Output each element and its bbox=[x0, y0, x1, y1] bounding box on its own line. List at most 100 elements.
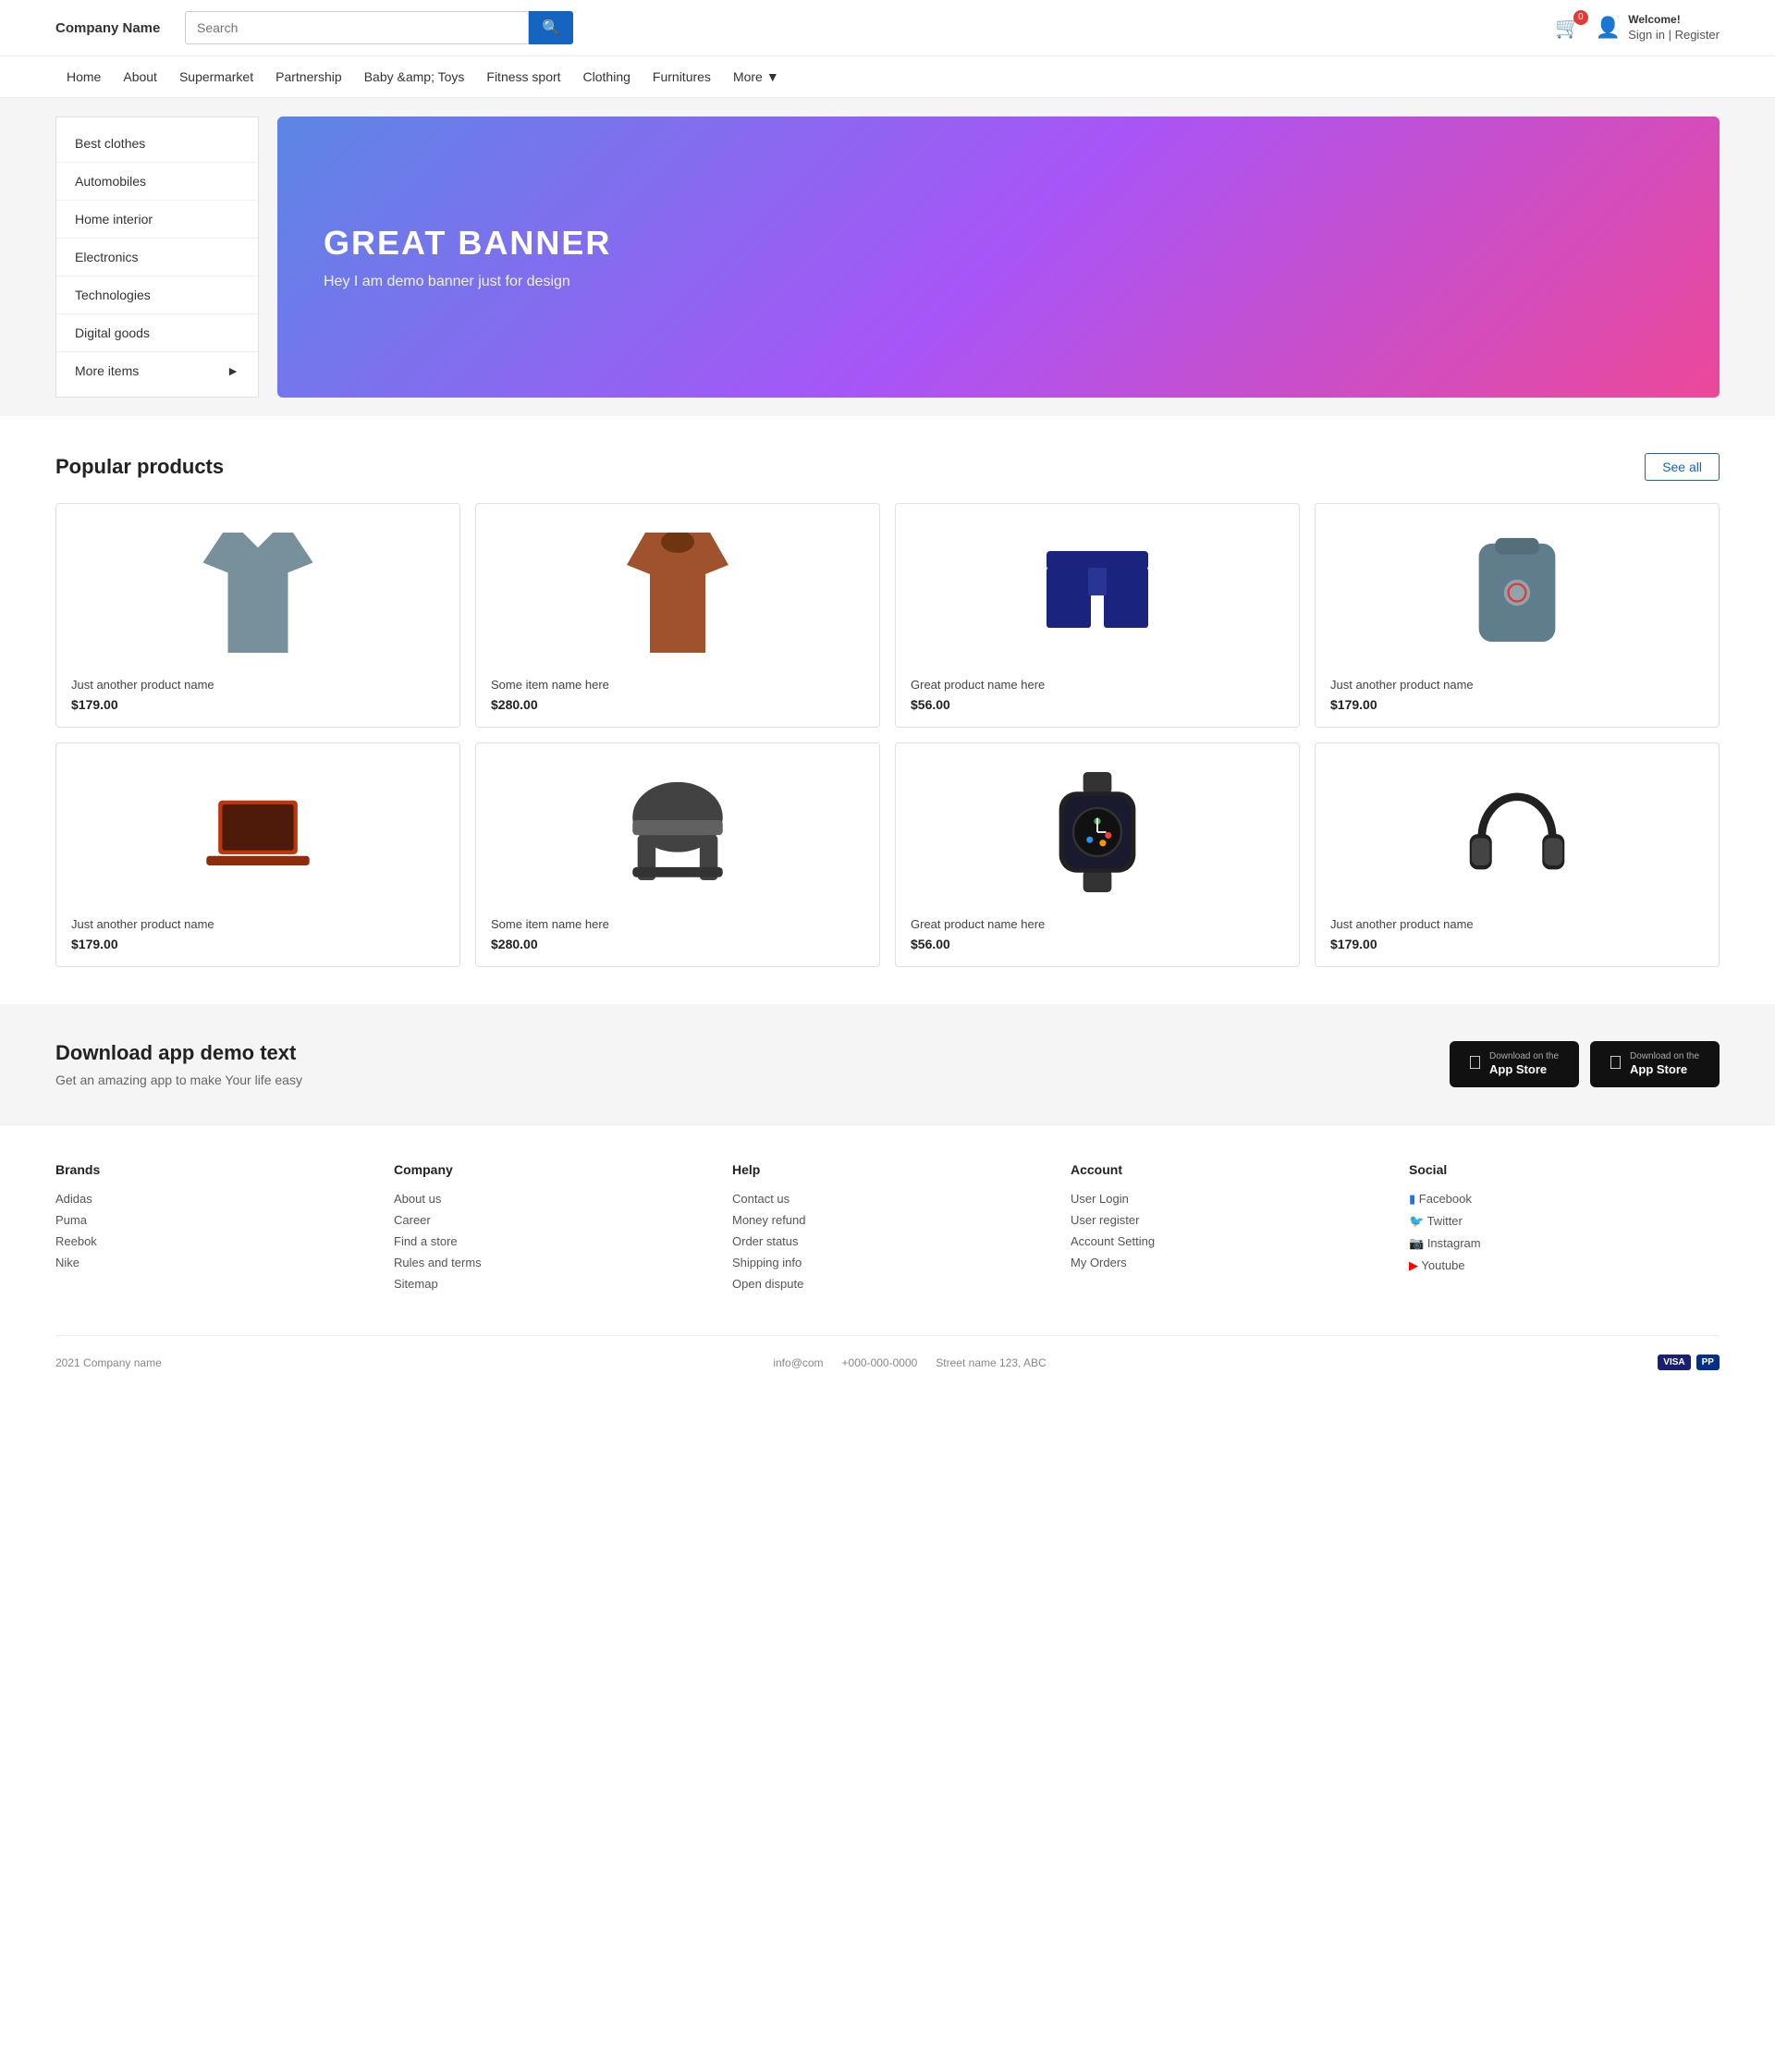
products-grid: Just another product name $179.00 Some i… bbox=[55, 503, 1720, 967]
sidebar-item-electronics[interactable]: Electronics bbox=[56, 239, 258, 276]
footer-social: Social ▮ Facebook 🐦 Twitter 📷 Instagram … bbox=[1409, 1162, 1720, 1298]
footer-account-heading: Account bbox=[1071, 1162, 1381, 1177]
product-card-7[interactable]: Great product name here $56.00 bbox=[895, 742, 1300, 967]
search-input[interactable] bbox=[185, 11, 529, 44]
nav-more[interactable]: More ▼ bbox=[722, 56, 790, 97]
payment-icons: VISA PP bbox=[1658, 1355, 1720, 1370]
product-name-2: Some item name here bbox=[491, 678, 864, 692]
instagram-icon: 📷 bbox=[1409, 1236, 1424, 1250]
product-price-8: $179.00 bbox=[1330, 937, 1704, 951]
footer-link-account-setting[interactable]: Account Setting bbox=[1071, 1234, 1381, 1248]
footer-link-nike[interactable]: Nike bbox=[55, 1256, 366, 1269]
header-right: 🛒 0 👤 Welcome! Sign in | Register bbox=[1555, 12, 1720, 44]
product-card-8[interactable]: Just another product name $179.00 bbox=[1315, 742, 1720, 967]
product-image-7 bbox=[911, 758, 1284, 906]
products-section-title: Popular products bbox=[55, 455, 224, 479]
nav-furnitures[interactable]: Furnitures bbox=[642, 56, 722, 97]
footer-link-sitemap[interactable]: Sitemap bbox=[394, 1277, 704, 1291]
app-store-button-2[interactable]:  Download on the App Store bbox=[1590, 1041, 1720, 1087]
footer-link-about-us[interactable]: About us bbox=[394, 1192, 704, 1206]
footer-company-heading: Company bbox=[394, 1162, 704, 1177]
product-price-1: $179.00 bbox=[71, 697, 445, 712]
sidebar-item-home-interior[interactable]: Home interior bbox=[56, 201, 258, 239]
product-card-3[interactable]: Great product name here $56.00 bbox=[895, 503, 1300, 728]
product-price-6: $280.00 bbox=[491, 937, 864, 951]
product-image-8 bbox=[1330, 758, 1704, 906]
user-area[interactable]: 👤 Welcome! Sign in | Register bbox=[1596, 12, 1720, 44]
see-all-button[interactable]: See all bbox=[1645, 453, 1720, 481]
footer-brands-heading: Brands bbox=[55, 1162, 366, 1177]
footer-email: info@com bbox=[773, 1356, 823, 1369]
footer-link-user-register[interactable]: User register bbox=[1071, 1213, 1381, 1227]
footer-link-twitter[interactable]: 🐦 Twitter bbox=[1409, 1214, 1720, 1229]
app-store-large-1: App Store bbox=[1489, 1062, 1547, 1076]
apple-icon:  bbox=[1468, 1053, 1482, 1074]
welcome-text: Welcome! Sign in | Register bbox=[1628, 12, 1720, 44]
footer-link-facebook[interactable]: ▮ Facebook bbox=[1409, 1192, 1720, 1207]
product-card-1[interactable]: Just another product name $179.00 bbox=[55, 503, 460, 728]
popular-products-section: Popular products See all Just another pr… bbox=[0, 416, 1775, 1004]
watch-icon bbox=[1042, 772, 1153, 892]
footer-link-youtube[interactable]: ▶ Youtube bbox=[1409, 1258, 1720, 1273]
product-name-3: Great product name here bbox=[911, 678, 1284, 692]
product-price-2: $280.00 bbox=[491, 697, 864, 712]
nav-supermarket[interactable]: Supermarket bbox=[168, 56, 264, 97]
search-bar: 🔍 bbox=[185, 11, 573, 44]
product-name-8: Just another product name bbox=[1330, 917, 1704, 931]
nav-home[interactable]: Home bbox=[55, 56, 112, 97]
product-card-5[interactable]: Just another product name $179.00 bbox=[55, 742, 460, 967]
footer-link-career[interactable]: Career bbox=[394, 1213, 704, 1227]
facebook-icon: ▮ bbox=[1409, 1192, 1415, 1206]
nav-fitness[interactable]: Fitness sport bbox=[475, 56, 571, 97]
footer-link-shipping[interactable]: Shipping info bbox=[732, 1256, 1043, 1269]
product-card-6[interactable]: Some item name here $280.00 bbox=[475, 742, 880, 967]
footer-link-adidas[interactable]: Adidas bbox=[55, 1192, 366, 1206]
product-image-6 bbox=[491, 758, 864, 906]
product-name-1: Just another product name bbox=[71, 678, 445, 692]
footer-link-reebok[interactable]: Reebok bbox=[55, 1234, 366, 1248]
nav-baby-toys[interactable]: Baby &amp; Toys bbox=[353, 56, 476, 97]
product-name-4: Just another product name bbox=[1330, 678, 1704, 692]
nav-clothing[interactable]: Clothing bbox=[572, 56, 642, 97]
footer-link-dispute[interactable]: Open dispute bbox=[732, 1277, 1043, 1291]
sidebar-menu: Best clothes Automobiles Home interior E… bbox=[55, 116, 259, 398]
banner-title: GREAT BANNER bbox=[324, 224, 1673, 263]
backpack-icon bbox=[1462, 533, 1573, 653]
footer-link-user-login[interactable]: User Login bbox=[1071, 1192, 1381, 1206]
sidebar-label: Digital goods bbox=[75, 325, 150, 340]
chevron-down-icon: ▼ bbox=[766, 69, 779, 84]
product-price-3: $56.00 bbox=[911, 697, 1284, 712]
search-button[interactable]: 🔍 bbox=[529, 11, 573, 44]
footer-link-refund[interactable]: Money refund bbox=[732, 1213, 1043, 1227]
sidebar-label: Best clothes bbox=[75, 136, 145, 151]
nav-partnership[interactable]: Partnership bbox=[264, 56, 353, 97]
sidebar-item-digital-goods[interactable]: Digital goods bbox=[56, 314, 258, 352]
product-name-5: Just another product name bbox=[71, 917, 445, 931]
sidebar-item-automobiles[interactable]: Automobiles bbox=[56, 163, 258, 201]
sidebar-item-more-items[interactable]: More items ► bbox=[56, 352, 258, 389]
footer-link-contact[interactable]: Contact us bbox=[732, 1192, 1043, 1206]
sign-in-register[interactable]: Sign in | Register bbox=[1628, 27, 1720, 43]
footer-link-puma[interactable]: Puma bbox=[55, 1213, 366, 1227]
sidebar-label: Home interior bbox=[75, 212, 153, 227]
footer-link-order-status[interactable]: Order status bbox=[732, 1234, 1043, 1248]
nav-about[interactable]: About bbox=[112, 56, 168, 97]
product-price-4: $179.00 bbox=[1330, 697, 1704, 712]
footer-link-my-orders[interactable]: My Orders bbox=[1071, 1256, 1381, 1269]
footer-link-find-store[interactable]: Find a store bbox=[394, 1234, 704, 1248]
app-store-button-1[interactable]:  Download on the App Store bbox=[1450, 1041, 1579, 1087]
footer-link-rules[interactable]: Rules and terms bbox=[394, 1256, 704, 1269]
app-download-section: Download app demo text Get an amazing ap… bbox=[0, 1004, 1775, 1124]
visa-icon: VISA bbox=[1658, 1355, 1690, 1370]
sidebar-label: More items bbox=[75, 363, 139, 378]
footer-account: Account User Login User register Account… bbox=[1071, 1162, 1381, 1298]
navbar: Home About Supermarket Partnership Baby … bbox=[0, 56, 1775, 98]
app-store-text-1: Download on the App Store bbox=[1489, 1050, 1559, 1078]
product-card-2[interactable]: Some item name here $280.00 bbox=[475, 503, 880, 728]
product-card-4[interactable]: Just another product name $179.00 bbox=[1315, 503, 1720, 728]
cart-area[interactable]: 🛒 0 bbox=[1555, 16, 1580, 40]
footer-link-instagram[interactable]: 📷 Instagram bbox=[1409, 1236, 1720, 1251]
app-store-small-2: Download on the bbox=[1630, 1050, 1699, 1062]
sidebar-item-best-clothes[interactable]: Best clothes bbox=[56, 125, 258, 163]
sidebar-item-technologies[interactable]: Technologies bbox=[56, 276, 258, 314]
